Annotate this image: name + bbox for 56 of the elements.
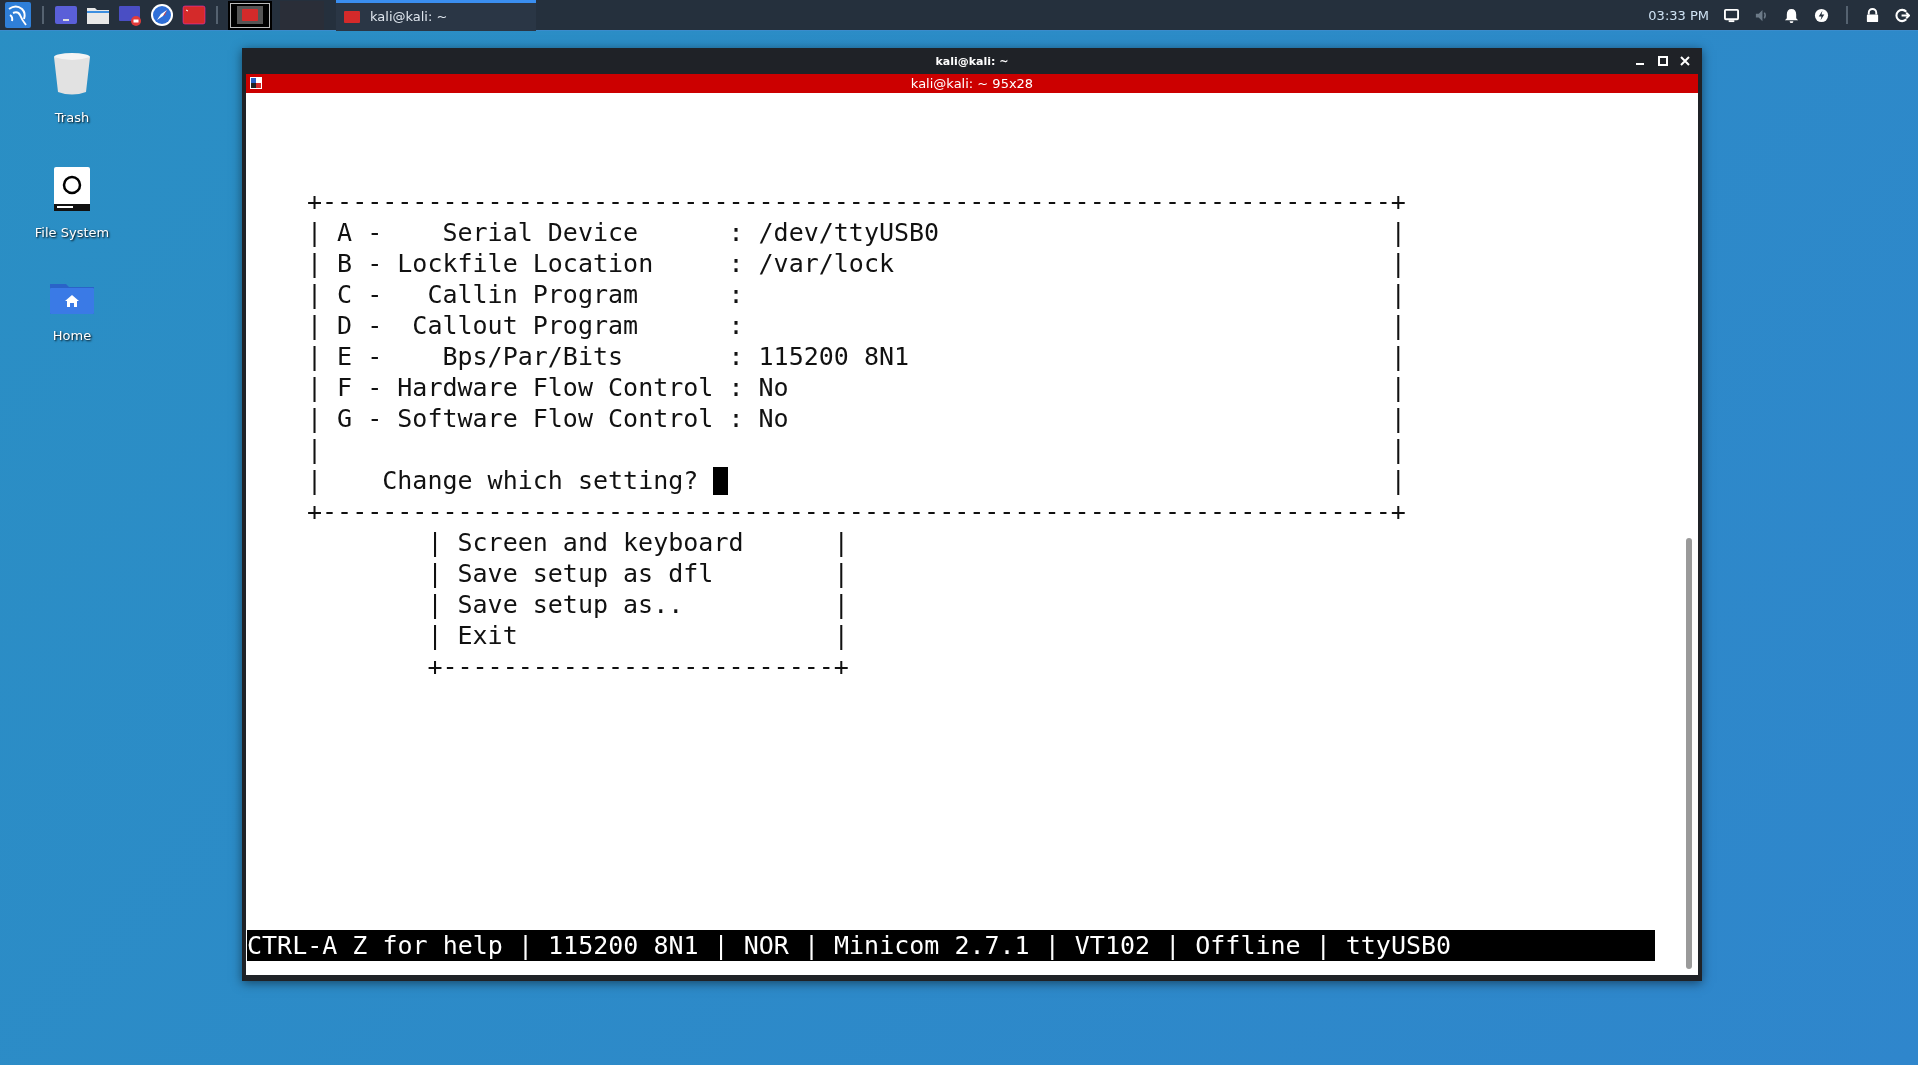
terminal-line: | (1390, 279, 1406, 310)
desktop-icon-label[interactable]: Home (52, 328, 92, 343)
menu-item[interactable]: | Save setup as.. (427, 589, 684, 620)
maximize-icon[interactable] (1658, 56, 1668, 66)
desktop-icon-label[interactable]: Trash (54, 110, 90, 125)
split-view-icon[interactable] (250, 77, 262, 89)
terminal-line: | F - Hardware Flow Control : No (307, 372, 789, 403)
terminal-line: | (833, 589, 849, 620)
terminal-line: | (1390, 403, 1406, 434)
terminal-icon[interactable] (182, 3, 206, 27)
terminal-line: | G - Software Flow Control : No (307, 403, 789, 434)
clock[interactable]: 03:33 PM (1648, 7, 1709, 23)
power-icon[interactable] (1814, 7, 1829, 23)
terminal-icon (344, 10, 360, 23)
terminal-line: | (307, 434, 323, 465)
terminal-line: | (1390, 217, 1406, 248)
bell-icon[interactable] (1784, 7, 1799, 23)
terminal-line: | D - Callout Program : (307, 310, 744, 341)
screen-recorder-icon[interactable] (118, 3, 142, 27)
terminal-line: | (1390, 465, 1406, 496)
menu-item[interactable]: | Save setup as dfl (427, 558, 714, 589)
terminal-line: +-----------------------------------------------------------------------+ (307, 496, 1407, 527)
terminal-line: | (833, 620, 849, 651)
display-icon[interactable] (1724, 7, 1739, 23)
terminal-line: | (833, 558, 849, 589)
terminal-line: | A - Serial Device : /dev/ttyUSB0 (307, 217, 940, 248)
terminal-line: | (1390, 310, 1406, 341)
terminal-line: | (1390, 372, 1406, 403)
lock-icon[interactable] (1865, 7, 1880, 23)
terminal-line: | (833, 527, 849, 558)
close-icon[interactable] (1680, 56, 1690, 66)
terminal-line: +-----------------------------------------------------------------------+ (307, 186, 1407, 217)
menu-item[interactable]: | Exit (427, 620, 518, 651)
task-button[interactable]: kali@kali: ~ (336, 0, 536, 31)
terminal-line: +--------------------------+ (427, 651, 850, 682)
window-title: kali@kali: ~ (935, 54, 1009, 68)
tab-title[interactable]: kali@kali: ~ 95x28 (910, 76, 1034, 91)
trash-icon[interactable] (52, 52, 92, 96)
scrollbar[interactable] (1686, 538, 1692, 969)
terminal-line: | E - Bps/Par/Bits : 115200 8N1 (307, 341, 910, 372)
drive-icon[interactable] (54, 167, 90, 211)
terminal-icon (237, 6, 263, 24)
terminal-line: | (1390, 248, 1406, 279)
terminal-line: | C - Callin Program : (307, 279, 744, 310)
terminal-line: | (1390, 434, 1406, 465)
logout-icon[interactable] (1895, 7, 1910, 23)
terminal-line: | (1390, 341, 1406, 372)
terminal-line: | Change which setting? (307, 465, 700, 496)
text-cursor (713, 466, 729, 495)
workspace-button[interactable] (228, 0, 272, 30)
menu-item[interactable]: | Screen and keyboard (427, 527, 744, 558)
terminal-line: | B - Lockfile Location : /var/lock (307, 248, 894, 279)
home-folder-icon[interactable] (50, 282, 94, 314)
window-icon[interactable] (54, 3, 78, 27)
compass-icon[interactable] (150, 3, 174, 27)
desktop-icon-label[interactable]: File System (34, 225, 110, 240)
